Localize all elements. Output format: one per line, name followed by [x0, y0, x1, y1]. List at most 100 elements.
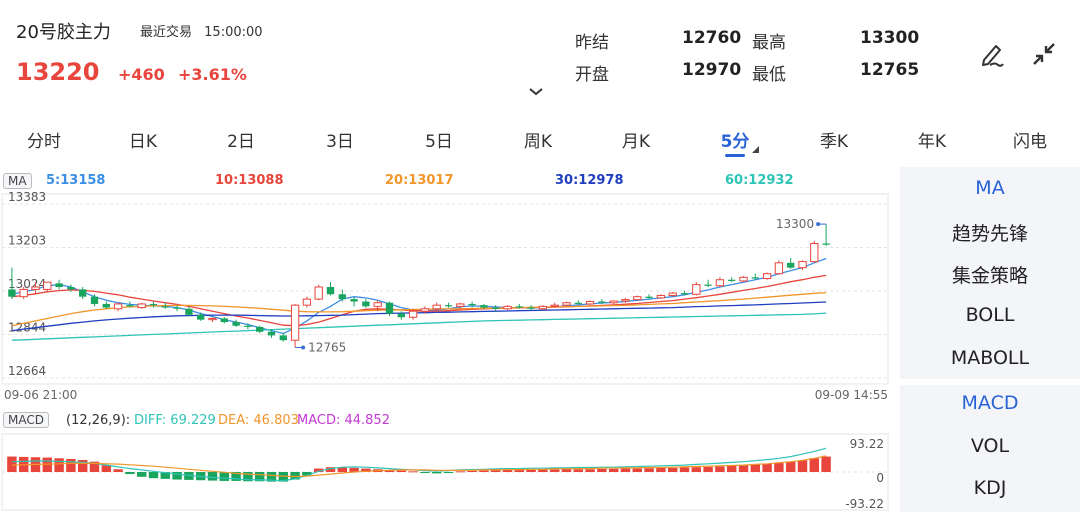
- macd-histogram-bar: [644, 468, 654, 472]
- macd-histogram-bar: [809, 458, 820, 472]
- tab-flash[interactable]: 闪电: [1013, 127, 1047, 152]
- candle-body: [822, 243, 830, 245]
- macd-histogram-bar: [431, 472, 442, 474]
- prev-settle-label: 昨结: [575, 33, 609, 53]
- indicator-kdj[interactable]: KDJ: [900, 477, 1080, 499]
- high-value: 13300: [860, 28, 920, 48]
- macd-legend: MACD (12,26,9): DIFF: 69.229 DEA: 46.803…: [0, 410, 900, 432]
- macd-histogram-bar: [774, 463, 784, 472]
- price-axis-label: 12664: [8, 364, 46, 378]
- candle-body: [621, 299, 630, 302]
- candle-body: [244, 325, 252, 327]
- macd-histogram-bar: [467, 470, 477, 472]
- candle-body: [102, 303, 110, 308]
- macd-histogram-bar: [715, 466, 725, 472]
- tab-5-min[interactable]: 5分: [721, 127, 750, 152]
- candle-body: [67, 287, 75, 290]
- last-trade-time: 15:00:00: [204, 25, 263, 40]
- candle-body: [373, 302, 382, 307]
- indicator-ma[interactable]: MA: [900, 177, 1080, 199]
- candle-body: [19, 288, 28, 298]
- ma-tag[interactable]: MA: [3, 173, 32, 189]
- tab-month-k[interactable]: 月K: [622, 127, 650, 152]
- macd-histogram-bar: [538, 469, 548, 472]
- chevron-down-icon[interactable]: [527, 86, 545, 98]
- ma20-value: 20:13017: [385, 173, 454, 188]
- high-marker-dot: [816, 222, 821, 227]
- candle-body: [715, 279, 725, 287]
- price-change-pct: +3.61%: [178, 65, 247, 84]
- indicator-boll[interactable]: BOLL: [900, 304, 1080, 326]
- tab-season-k[interactable]: 季K: [820, 127, 848, 152]
- candle-body: [161, 306, 169, 308]
- macd-histogram-bar: [136, 472, 147, 477]
- candle-body: [43, 281, 52, 290]
- candle-body: [432, 304, 441, 310]
- price-change: +460: [118, 65, 165, 84]
- collapse-icon[interactable]: [1028, 38, 1060, 70]
- macd-histogram-bar: [396, 470, 407, 472]
- candle-body: [762, 273, 772, 280]
- indicator-trend-pioneer[interactable]: 趋势先锋: [900, 219, 1080, 246]
- time-axis-start: 09-06 21:00: [4, 388, 77, 402]
- macd-histogram-bar: [54, 458, 64, 472]
- tab-5-day[interactable]: 5日: [425, 127, 453, 152]
- tab-2-day[interactable]: 2日: [227, 127, 255, 152]
- low-value: 12765: [860, 60, 920, 80]
- candle-body: [515, 306, 523, 308]
- tab-3-day[interactable]: 3日: [326, 127, 354, 152]
- ma10-value: 10:13088: [215, 173, 284, 188]
- candle-body: [220, 318, 228, 323]
- macd-histogram-bar: [113, 469, 123, 472]
- candle-body: [338, 294, 346, 300]
- candle-body: [645, 296, 653, 298]
- draw-pen-icon[interactable]: [976, 38, 1008, 70]
- candle-body: [397, 313, 405, 318]
- candle-body: [656, 294, 666, 299]
- open-value: 12970: [682, 60, 742, 80]
- ma5-value: 5:13158: [46, 173, 106, 188]
- indicator-menu: MA 趋势先锋 集金策略 BOLL MABOLL MACD VOL KDJ: [900, 167, 1080, 512]
- indicator-macd[interactable]: MACD: [900, 392, 1080, 414]
- tab-timeshare[interactable]: 分时: [27, 127, 61, 152]
- candle-body: [527, 307, 535, 309]
- contract-title: 20号胶主力: [16, 22, 111, 43]
- last-trade-label: 最近交易: [140, 25, 193, 40]
- candle-body: [562, 302, 571, 306]
- candle-body: [326, 287, 335, 295]
- ma-legend: MA 5:13158 10:13088 20:13017 30:12978 60…: [0, 170, 900, 192]
- ma60-value: 60:12932: [725, 173, 794, 188]
- macd-tag[interactable]: MACD: [3, 412, 49, 428]
- macd-histogram-bar: [490, 470, 501, 472]
- candle-body: [585, 301, 595, 305]
- macd-chart[interactable]: 93.22 0 -93.22: [0, 432, 900, 512]
- macd-histogram-bar: [620, 468, 631, 472]
- candle-body: [609, 300, 618, 304]
- tab-year-k[interactable]: 年K: [918, 127, 946, 152]
- tab-day-k[interactable]: 日K: [129, 127, 157, 152]
- macd-axis-zero: 0: [876, 471, 884, 485]
- ma-line-60: [11, 312, 827, 341]
- macd-histogram-bar: [561, 469, 572, 472]
- macd-histogram-bar: [479, 470, 489, 472]
- macd-histogram-bar: [703, 466, 713, 472]
- macd-histogram-bar: [656, 467, 666, 472]
- indicator-jijin-strategy[interactable]: 集金策略: [900, 261, 1080, 288]
- macd-histogram-bar: [125, 472, 135, 475]
- candlestick-chart[interactable]: 1338313203130241284412664133001276509-06…: [0, 192, 900, 406]
- candle-body: [385, 302, 394, 314]
- tab-dropdown-caret-icon[interactable]: [752, 146, 759, 153]
- candle-body: [503, 305, 512, 310]
- macd-histogram-bar: [679, 467, 690, 472]
- candle-body: [208, 317, 217, 321]
- last-trade-info: 最近交易 15:00:00: [140, 21, 263, 40]
- candle-body: [279, 335, 287, 341]
- candle-body: [456, 303, 465, 307]
- tab-week-k[interactable]: 周K: [524, 127, 552, 152]
- macd-dea: DEA: 46.803: [218, 413, 299, 428]
- low-marker-dot: [301, 345, 306, 350]
- indicator-vol[interactable]: VOL: [900, 435, 1080, 457]
- macd-histogram-bar: [7, 456, 17, 472]
- macd-histogram-bar: [726, 465, 737, 472]
- indicator-maboll[interactable]: MABOLL: [900, 347, 1080, 369]
